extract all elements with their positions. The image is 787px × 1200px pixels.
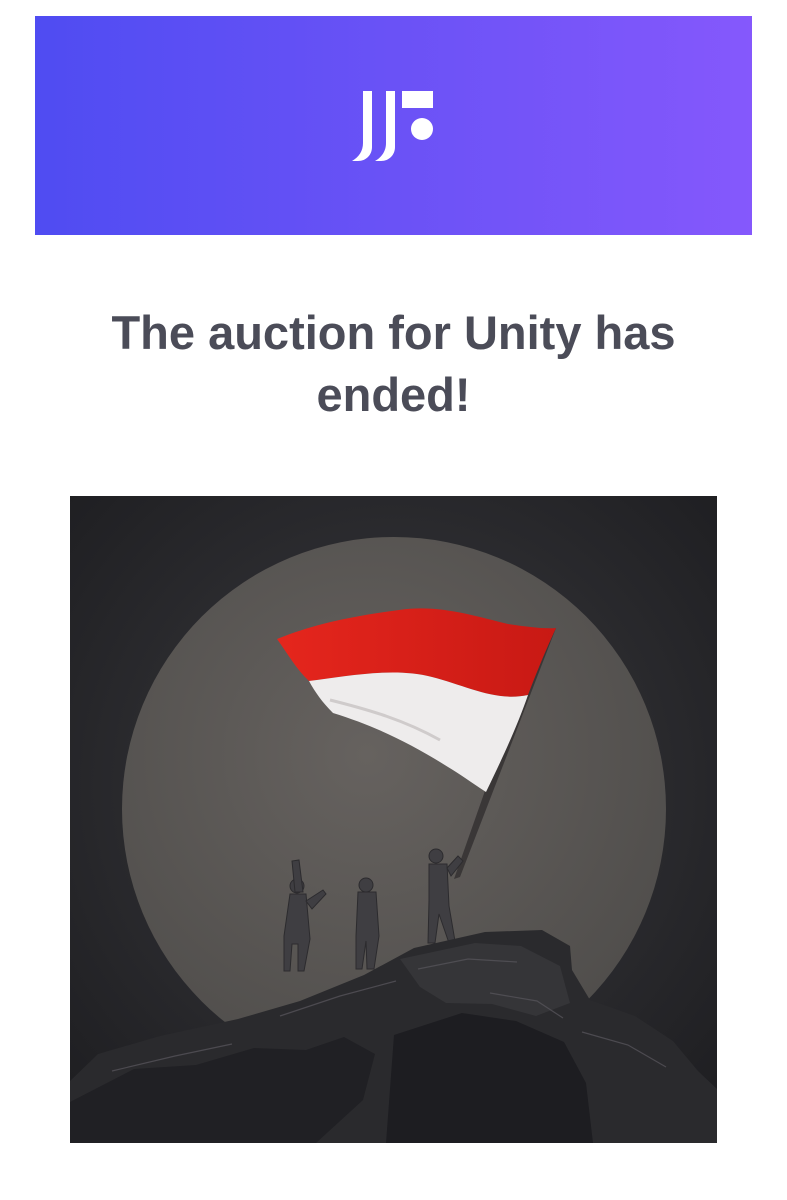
- header-banner: [35, 16, 752, 235]
- brand-logo-icon[interactable]: [351, 89, 436, 163]
- auction-artwork[interactable]: [70, 496, 717, 1143]
- artwork-image: [70, 496, 717, 1143]
- auction-ended-headline: The auction for Unity has ended!: [111, 306, 676, 421]
